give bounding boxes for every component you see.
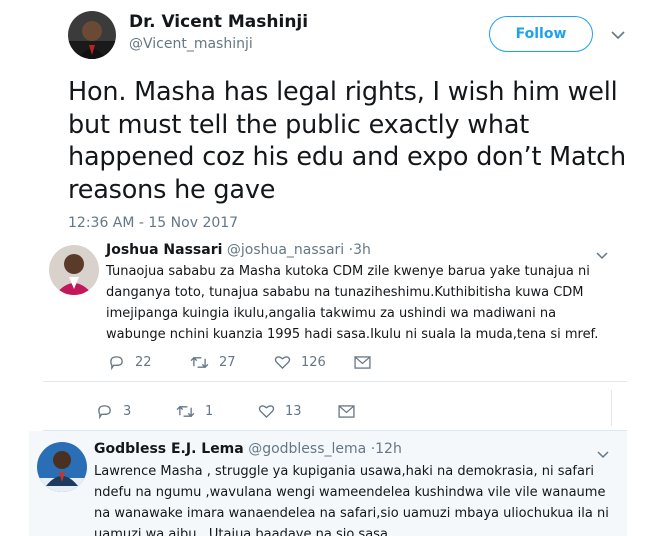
quoted-tweet[interactable]: Joshua Nassari @joshua_nassari ·3h Tunao… — [43, 234, 627, 382]
follow-button[interactable]: Follow — [489, 16, 593, 52]
reply-count: 3 — [123, 404, 132, 419]
chevron-down-icon[interactable] — [609, 26, 627, 44]
quoted-message-button[interactable] — [354, 356, 371, 369]
reply-icon — [110, 356, 123, 370]
quoted-retweet-count: 27 — [219, 355, 236, 370]
author-avatar[interactable] — [68, 11, 116, 59]
retweet-button[interactable]: 1 — [176, 404, 258, 419]
reply-name[interactable]: Godbless E.J. Lema — [94, 441, 244, 457]
tweet-text: Hon. Masha has legal rights, I wish him … — [68, 77, 626, 205]
reply-handle[interactable]: @godbless_lema — [248, 441, 366, 457]
reply-text: Lawrence Masha , struggle ya kupigania u… — [94, 464, 609, 536]
retweet-icon — [176, 405, 195, 418]
tweet-timestamp[interactable]: 12:36 AM - 15 Nov 2017 — [68, 215, 238, 231]
quoted-header: Joshua Nassari @joshua_nassari ·3h — [106, 242, 371, 258]
divider — [611, 390, 612, 426]
quoted-reply-count: 22 — [135, 355, 152, 370]
reply-header: Godbless E.J. Lema @godbless_lema ·12h — [94, 441, 402, 457]
retweet-count: 1 — [205, 404, 214, 419]
quoted-reply-button[interactable]: 22 — [108, 355, 190, 370]
like-count: 13 — [285, 404, 302, 419]
like-icon — [258, 405, 275, 419]
quoted-avatar[interactable] — [49, 245, 99, 295]
tweet-actions: 3 1 13 — [96, 404, 355, 419]
reply-button[interactable]: 3 — [96, 404, 176, 419]
retweet-icon — [190, 356, 209, 369]
reply-icon — [98, 405, 111, 419]
reply-time[interactable]: ·12h — [371, 441, 402, 457]
like-button[interactable]: 13 — [258, 404, 338, 419]
reply-tweet[interactable]: Godbless E.J. Lema @godbless_lema ·12h L… — [29, 431, 627, 536]
quoted-handle[interactable]: @joshua_nassari — [227, 242, 344, 258]
quoted-actions: 22 27 126 — [108, 355, 371, 370]
message-icon — [338, 405, 355, 418]
quoted-text: Tunaojua sababu za Masha kutoka CDM zile… — [106, 264, 599, 342]
quoted-name[interactable]: Joshua Nassari — [106, 242, 222, 258]
author-handle[interactable]: @Vicent_mashinji — [129, 36, 253, 52]
reply-avatar[interactable] — [37, 442, 87, 492]
quoted-like-count: 126 — [301, 355, 326, 370]
like-icon — [274, 356, 291, 370]
message-button[interactable] — [338, 405, 355, 418]
chevron-down-icon[interactable] — [595, 247, 609, 261]
author-name[interactable]: Dr. Vicent Mashinji — [129, 12, 308, 32]
quoted-like-button[interactable]: 126 — [274, 355, 354, 370]
quoted-retweet-button[interactable]: 27 — [190, 355, 274, 370]
chevron-down-icon[interactable] — [596, 446, 610, 460]
message-icon — [354, 356, 371, 369]
quoted-time[interactable]: ·3h — [349, 242, 371, 258]
